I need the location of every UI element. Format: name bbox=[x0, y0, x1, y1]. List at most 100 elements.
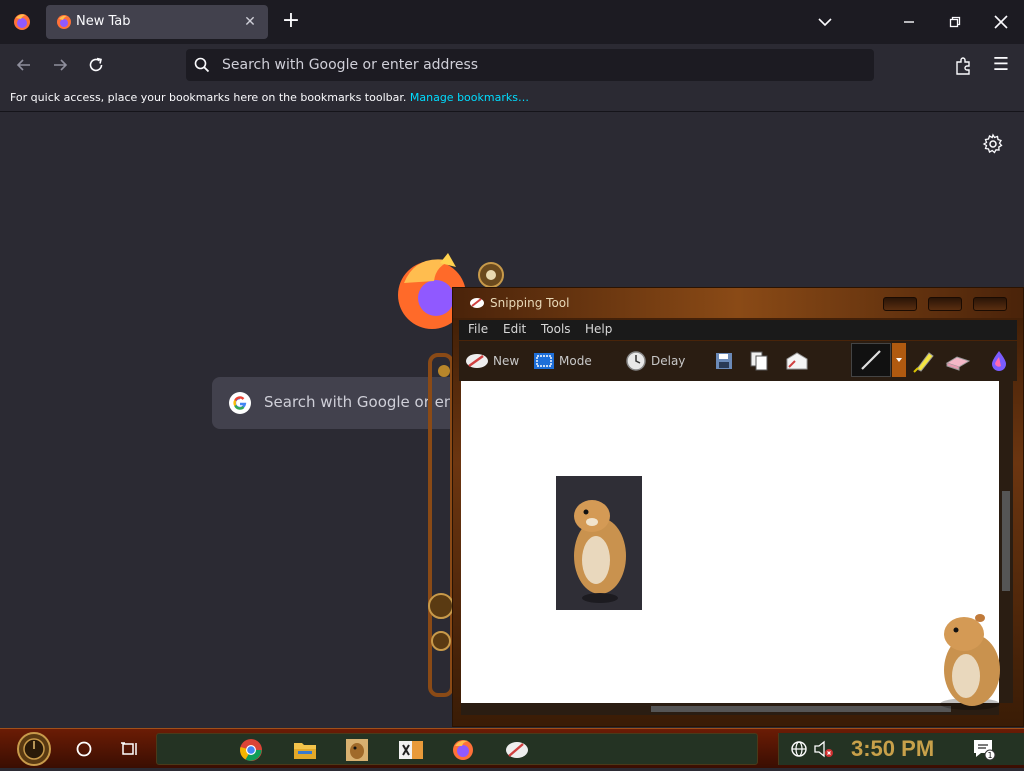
save-snip-button[interactable] bbox=[715, 341, 733, 381]
snip-close-button[interactable] bbox=[973, 297, 1007, 311]
snip-canvas[interactable] bbox=[461, 381, 999, 703]
cortana-circle-icon bbox=[76, 741, 92, 757]
delay-button[interactable]: Delay bbox=[625, 341, 685, 381]
system-tray: 3:50 PM 1 bbox=[778, 733, 1024, 765]
app-menu-button[interactable]: ☰ bbox=[988, 53, 1014, 79]
address-input[interactable] bbox=[222, 49, 862, 81]
speaker-muted-icon[interactable] bbox=[813, 739, 835, 759]
snip-title-bar[interactable]: Snipping Tool bbox=[453, 288, 1023, 318]
action-center-button[interactable]: 1 bbox=[971, 737, 997, 761]
reload-button[interactable] bbox=[82, 52, 110, 78]
paint-3d-button[interactable] bbox=[989, 341, 1009, 381]
mode-button[interactable]: Mode bbox=[533, 341, 592, 381]
pen-dropdown-button[interactable] bbox=[892, 343, 906, 377]
steampunk-clock-start-icon bbox=[17, 732, 51, 766]
tab-bar: New Tab ✕ + bbox=[0, 0, 1024, 44]
arrow-right-icon bbox=[54, 59, 68, 71]
restore-button[interactable] bbox=[932, 0, 978, 44]
highlighter-button[interactable] bbox=[911, 341, 937, 381]
firefox-view-button[interactable] bbox=[8, 8, 36, 36]
taskbar: 3:50 PM 1 bbox=[0, 728, 1024, 768]
restore-icon bbox=[949, 16, 961, 28]
new-snip-button[interactable]: New bbox=[465, 341, 519, 381]
taskbar-firefox[interactable] bbox=[443, 736, 483, 764]
send-snip-button[interactable] bbox=[785, 341, 809, 381]
address-bar[interactable] bbox=[186, 49, 874, 81]
tab-title: New Tab bbox=[76, 14, 131, 29]
menu-help[interactable]: Help bbox=[585, 322, 612, 336]
pen-button[interactable] bbox=[851, 343, 891, 377]
new-snip-label: New bbox=[493, 354, 520, 368]
scissors-icon bbox=[506, 742, 528, 758]
taskbar-clock[interactable]: 3:50 PM bbox=[851, 736, 934, 762]
copy-icon bbox=[750, 351, 768, 371]
scissors-icon bbox=[466, 354, 488, 368]
network-icon[interactable] bbox=[789, 739, 809, 759]
close-window-button[interactable] bbox=[978, 0, 1024, 44]
snip-menu-bar: File Edit Tools Help bbox=[459, 320, 1017, 340]
taskbar-file-explorer[interactable] bbox=[285, 736, 325, 764]
tab-new-tab[interactable]: New Tab ✕ bbox=[46, 5, 268, 39]
close-icon bbox=[994, 15, 1008, 29]
reload-icon bbox=[89, 57, 103, 72]
menu-edit[interactable]: Edit bbox=[503, 322, 526, 336]
arrow-left-icon bbox=[16, 59, 30, 71]
floppy-disk-icon bbox=[716, 353, 732, 369]
captured-image bbox=[556, 476, 642, 610]
scissors-icon bbox=[470, 298, 484, 308]
envelope-icon bbox=[786, 352, 808, 370]
eraser-icon bbox=[945, 356, 971, 371]
caret-down-icon bbox=[896, 358, 902, 362]
search-button[interactable] bbox=[70, 735, 98, 763]
personalize-button[interactable] bbox=[982, 133, 1004, 155]
notification-icon: 1 bbox=[974, 740, 996, 761]
extensions-button[interactable] bbox=[950, 53, 976, 79]
search-icon bbox=[194, 57, 210, 73]
hamster-desktop-mascot bbox=[940, 614, 1000, 710]
minimize-button[interactable] bbox=[886, 0, 932, 44]
firefox-icon bbox=[14, 14, 30, 30]
taskbar-xd-app[interactable] bbox=[391, 736, 431, 764]
snip-vertical-scroll-thumb[interactable] bbox=[1002, 491, 1010, 591]
manage-bookmarks-link[interactable]: Manage bookmarks… bbox=[410, 91, 529, 104]
snip-horizontal-scroll-thumb[interactable] bbox=[651, 706, 951, 712]
forward-button[interactable] bbox=[46, 52, 74, 78]
snip-minimize-button[interactable] bbox=[883, 297, 917, 311]
taskbar-chrome[interactable] bbox=[231, 736, 271, 764]
firefox-icon bbox=[57, 15, 71, 29]
back-button[interactable] bbox=[10, 52, 38, 78]
paint-drop-icon bbox=[992, 351, 1006, 371]
minimize-icon bbox=[904, 21, 914, 23]
list-all-tabs-button[interactable] bbox=[812, 10, 838, 34]
snip-horizontal-scrollbar[interactable] bbox=[461, 703, 999, 715]
start-button[interactable] bbox=[12, 731, 56, 767]
notification-count: 1 bbox=[987, 751, 992, 760]
new-tab-button[interactable]: + bbox=[278, 8, 304, 36]
menu-tools[interactable]: Tools bbox=[541, 322, 571, 336]
chrome-icon bbox=[240, 739, 262, 761]
hamster-app-icon bbox=[346, 739, 368, 761]
puzzle-piece-icon bbox=[956, 57, 970, 75]
pen-icon bbox=[861, 350, 881, 370]
menu-file[interactable]: File bbox=[468, 322, 488, 336]
copy-button[interactable] bbox=[749, 341, 769, 381]
bookmarks-message: For quick access, place your bookmarks h… bbox=[10, 91, 529, 104]
snip-maximize-button[interactable] bbox=[928, 297, 962, 311]
snip-window-title: Snipping Tool bbox=[490, 296, 570, 310]
xd-app-icon bbox=[399, 741, 423, 759]
taskbar-snipping-tool[interactable] bbox=[497, 736, 537, 764]
taskbar-apps bbox=[156, 733, 758, 765]
folder-icon bbox=[294, 743, 316, 759]
bookmarks-message-text: For quick access, place your bookmarks h… bbox=[10, 91, 407, 104]
rectangle-select-icon bbox=[534, 353, 554, 369]
firefox-icon bbox=[453, 740, 473, 760]
gear-icon bbox=[982, 133, 1003, 154]
close-tab-icon[interactable]: ✕ bbox=[240, 12, 260, 32]
task-view-button[interactable] bbox=[116, 735, 144, 763]
google-icon bbox=[229, 392, 251, 414]
taskbar-hamster-app[interactable] bbox=[337, 736, 377, 764]
bookmarks-toolbar: For quick access, place your bookmarks h… bbox=[0, 86, 1024, 112]
highlighter-icon bbox=[913, 352, 934, 373]
delay-label: Delay bbox=[651, 354, 686, 368]
eraser-button[interactable] bbox=[945, 341, 971, 381]
